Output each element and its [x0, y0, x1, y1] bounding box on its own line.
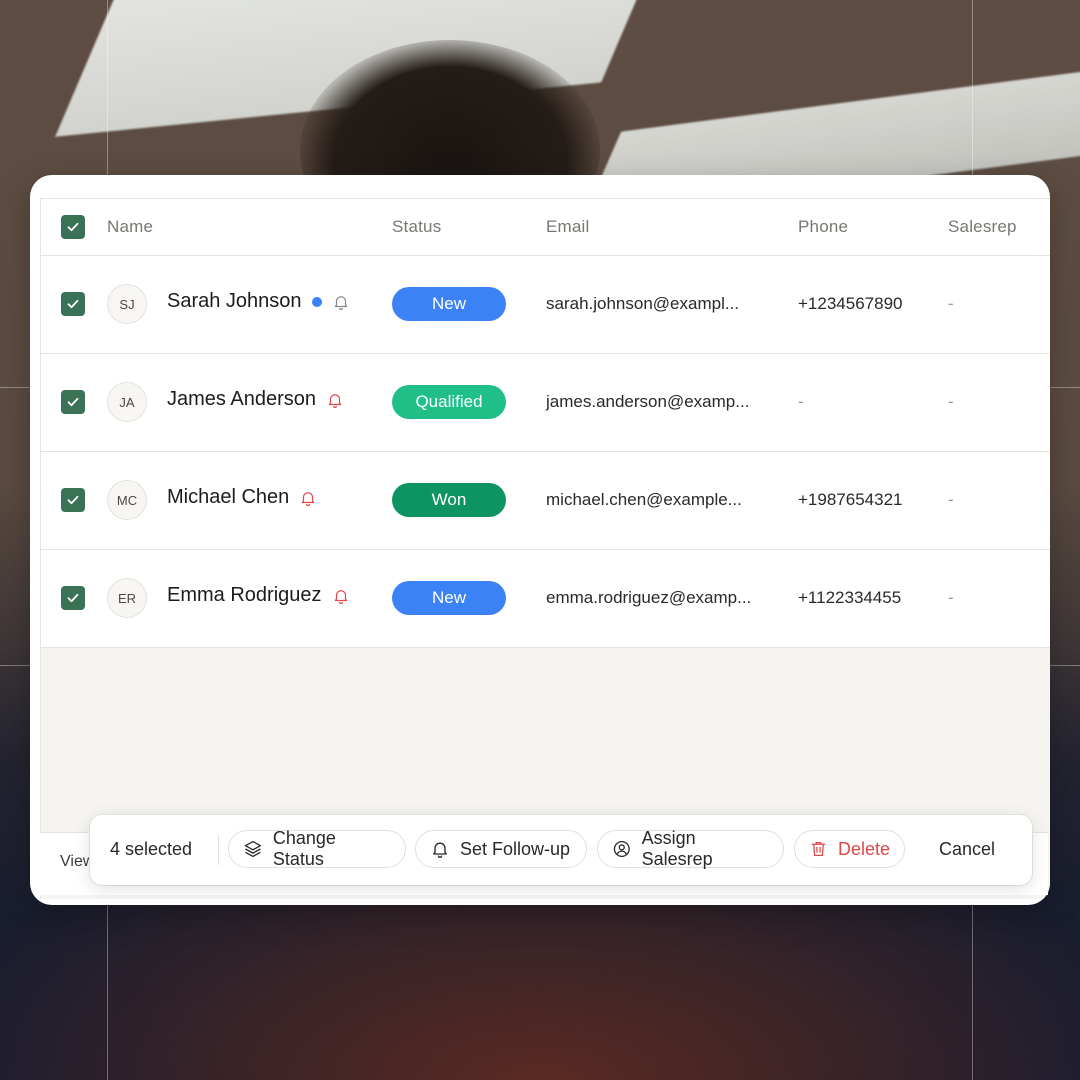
user-circle-icon [613, 840, 630, 858]
salesrep-cell: - [948, 294, 954, 313]
bell-icon[interactable] [299, 489, 317, 507]
bell-icon [433, 842, 447, 858]
lead-name[interactable]: Emma Rodriguez [167, 584, 322, 607]
lead-name[interactable]: James Anderson [167, 388, 316, 411]
change-status-button[interactable]: Change Status [228, 828, 406, 869]
check-icon [67, 299, 79, 309]
check-icon [67, 495, 79, 505]
layers-icon [244, 840, 262, 858]
assign-salesrep-label: Assign Salesrep [641, 828, 713, 869]
lead-name[interactable]: Michael Chen [167, 486, 289, 509]
email-cell: sarah.johnson@exampl... [546, 294, 740, 313]
column-header-email[interactable]: Email [546, 217, 590, 237]
salesrep-cell: - [948, 588, 954, 607]
divider [218, 835, 219, 865]
bell-icon[interactable] [326, 391, 344, 409]
check-icon [67, 222, 79, 232]
cancel-button[interactable]: Cancel [939, 839, 995, 860]
select-all-checkbox[interactable] [61, 215, 85, 239]
phone-cell: +1122334455 [798, 588, 902, 607]
column-header-salesrep[interactable]: Salesrep [948, 217, 1017, 237]
delete-button[interactable]: Delete [794, 830, 905, 868]
phone-cell: - [798, 392, 804, 411]
row-checkbox[interactable] [61, 292, 85, 316]
table-row[interactable]: SJ Sarah Johnson New sarah.johnson@examp… [41, 256, 1050, 354]
column-header-name[interactable]: Name [107, 217, 153, 237]
column-header-phone[interactable]: Phone [798, 217, 848, 237]
avatar: JA [107, 382, 147, 422]
bell-icon[interactable] [332, 293, 350, 311]
assign-salesrep-button[interactable]: Assign Salesrep [597, 828, 784, 869]
avatar: ER [107, 578, 147, 618]
phone-cell: +1234567890 [798, 294, 903, 313]
status-badge[interactable]: New [392, 581, 506, 615]
table-header: Name Status Email Phone Salesrep [41, 199, 1050, 256]
trash-icon [811, 842, 826, 856]
check-icon [67, 593, 79, 603]
status-badge[interactable]: Won [392, 483, 506, 517]
column-header-status[interactable]: Status [392, 217, 441, 237]
delete-label: Delete [837, 838, 890, 859]
salesrep-cell: - [948, 490, 954, 509]
leads-table: Name Status Email Phone Salesrep SJ Sara… [40, 198, 1050, 899]
email-cell: emma.rodriguez@examp... [546, 588, 752, 607]
row-checkbox[interactable] [61, 586, 85, 610]
selected-count: 4 selected [110, 839, 193, 859]
bell-icon[interactable] [332, 587, 350, 605]
email-cell: james.anderson@examp... [546, 392, 750, 411]
table-row[interactable]: MC Michael Chen Won michael.chen@example… [41, 452, 1050, 550]
lead-name[interactable]: Sarah Johnson [167, 290, 302, 313]
status-badge[interactable]: Qualified [392, 385, 506, 419]
unread-dot [311, 296, 322, 307]
set-followup-label: Set Follow-up [460, 838, 571, 859]
set-followup-button[interactable]: Set Follow-up [415, 830, 587, 868]
leads-card: Name Status Email Phone Salesrep SJ Sara… [30, 175, 1050, 905]
bulk-action-bar: 4 selected Change Status Set Follow-up A… [90, 815, 1032, 885]
table-row[interactable]: ER Emma Rodriguez New emma.rodriguez@exa… [41, 550, 1050, 648]
phone-cell: +1987654321 [798, 490, 903, 509]
table-row[interactable]: JA James Anderson Qualified james.anders… [41, 354, 1050, 452]
email-cell: michael.chen@example... [546, 490, 742, 509]
avatar: MC [107, 480, 147, 520]
salesrep-cell: - [948, 392, 954, 411]
avatar: SJ [107, 284, 147, 324]
change-status-label: Change Status [272, 828, 336, 869]
row-checkbox[interactable] [61, 390, 85, 414]
status-badge[interactable]: New [392, 287, 506, 321]
check-icon [67, 397, 79, 407]
row-checkbox[interactable] [61, 488, 85, 512]
